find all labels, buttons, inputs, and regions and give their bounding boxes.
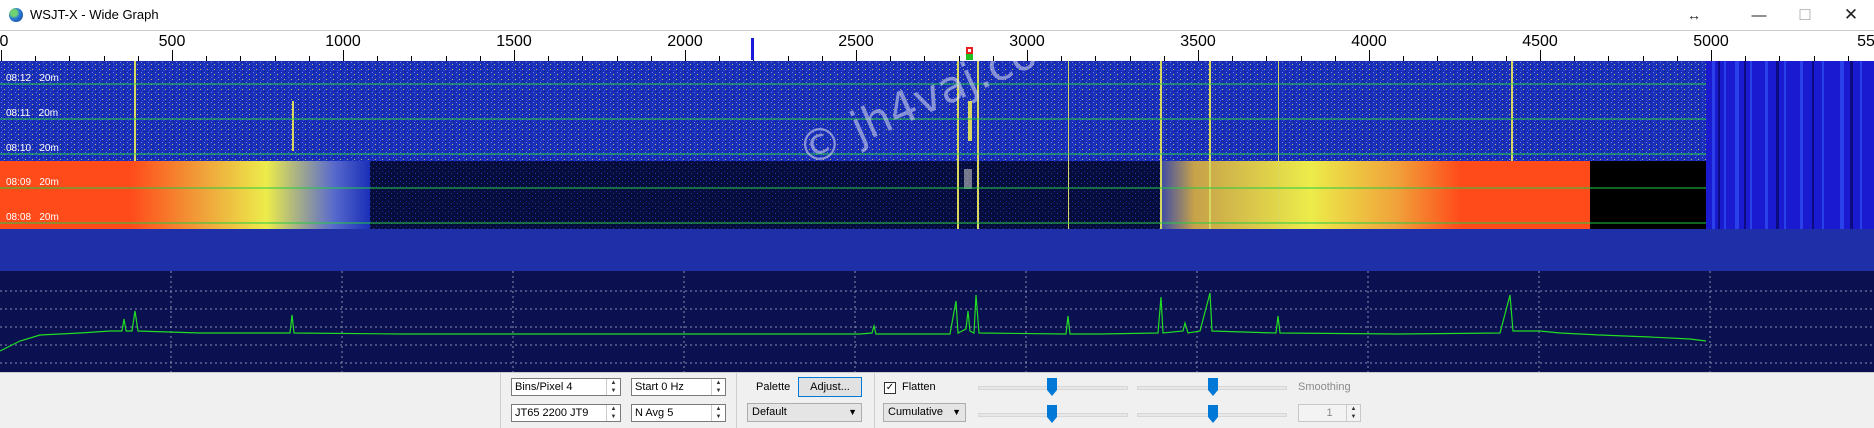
divider: [736, 373, 737, 428]
smoothing-label: Smoothing: [1298, 381, 1351, 393]
smoothing-value: 1: [1326, 407, 1333, 419]
bins-per-pixel-spinbox[interactable]: Bins/Pixel 4 ▲ ▼: [511, 378, 621, 396]
axis-label: 2000: [667, 33, 703, 50]
palette-dropdown[interactable]: Default ▼: [747, 403, 862, 422]
axis-label: 1500: [496, 33, 532, 50]
axis-label: 0: [0, 33, 9, 50]
spec-gain-slider-thumb[interactable]: [1047, 405, 1057, 423]
spin-arrows[interactable]: ▲ ▼: [711, 379, 725, 395]
row-label: 08:10 20m: [6, 143, 59, 154]
chevron-down-icon: ▼: [952, 407, 961, 417]
axis-label: 4000: [1351, 33, 1387, 50]
spin-arrows[interactable]: ▲ ▼: [711, 405, 725, 421]
minimize-button[interactable]: —: [1736, 0, 1782, 30]
flatten-checkbox[interactable]: ✓: [884, 382, 896, 394]
spectrum-plot[interactable]: [0, 271, 1874, 372]
waterfall-display[interactable]: 08:12 20m 08:11 20m 08:10 20m 08:09 20m …: [0, 61, 1874, 271]
mode-value: JT65 2200 JT9: [515, 407, 589, 419]
smoothing-spinbox[interactable]: 1 ▲ ▼: [1298, 404, 1361, 422]
spin-arrows[interactable]: ▲ ▼: [1346, 405, 1360, 421]
axis-label: 5000: [1693, 33, 1729, 50]
spin-arrows[interactable]: ▲ ▼: [606, 379, 620, 395]
spectrum-mode-dropdown[interactable]: Cumulative ▼: [883, 403, 966, 422]
resize-arrows-icon[interactable]: ↔: [1670, 0, 1718, 30]
n-avg-spinbox[interactable]: N Avg 5 ▲ ▼: [631, 404, 726, 422]
palette-label: Palette: [756, 381, 791, 393]
rx-frequency-marker-green[interactable]: [966, 54, 973, 60]
palette-dropdown-value: Default: [752, 406, 787, 418]
spin-arrows[interactable]: ▲ ▼: [606, 405, 620, 421]
row-label: 08:11 20m: [6, 108, 59, 119]
axis-label: 1000: [325, 33, 361, 50]
divider: [500, 373, 501, 428]
adjust-button[interactable]: Adjust...: [798, 377, 862, 397]
spectrum-canvas: [0, 271, 1874, 372]
window-title: WSJT-X - Wide Graph: [30, 7, 159, 22]
axis-label: 3000: [1009, 33, 1045, 50]
title-bar: WSJT-X - Wide Graph ↔ — ☐ ✕: [0, 0, 1874, 30]
n-avg-value: N Avg 5: [635, 407, 674, 419]
chevron-down-icon: ▼: [848, 407, 857, 417]
controls-panel: Bins/Pixel 4 ▲ ▼ Start 0 Hz ▲ ▼ JT65 2200 …: [0, 372, 1874, 428]
gain-slider-thumb[interactable]: [1047, 378, 1057, 396]
rx-frequency-marker[interactable]: [966, 47, 973, 54]
bins-per-pixel-value: Bins/Pixel 4: [515, 381, 573, 393]
divider: [874, 373, 875, 428]
row-label: 08:08 20m: [6, 212, 59, 223]
axis-label: 55: [1857, 33, 1874, 50]
zero-slider-thumb[interactable]: [1208, 378, 1218, 396]
maximize-button[interactable]: ☐: [1782, 0, 1828, 30]
row-label: 08:09 20m: [6, 177, 59, 188]
axis-label: 2500: [838, 33, 874, 50]
axis-label: 4500: [1522, 33, 1558, 50]
frequency-axis[interactable]: 0 500 1000 1500 2000 2500 3000 3500 4000 4500 5000…: [0, 30, 1874, 62]
row-label: 08:12 20m: [6, 73, 59, 84]
app-globe-icon: [9, 8, 23, 22]
mode-spinbox[interactable]: JT65 2200 JT9 ▲ ▼: [511, 404, 621, 422]
start-frequency-value: Start 0 Hz: [635, 381, 684, 393]
axis-label: 3500: [1180, 33, 1216, 50]
spec-zero-slider-thumb[interactable]: [1208, 405, 1218, 423]
tx-frequency-marker[interactable]: [751, 38, 754, 60]
axis-label: 500: [158, 33, 186, 50]
close-button[interactable]: ✕: [1828, 0, 1874, 30]
spectrum-mode-value: Cumulative: [888, 406, 944, 418]
start-frequency-spinbox[interactable]: Start 0 Hz ▲ ▼: [631, 378, 726, 396]
flatten-label: Flatten: [902, 381, 936, 393]
